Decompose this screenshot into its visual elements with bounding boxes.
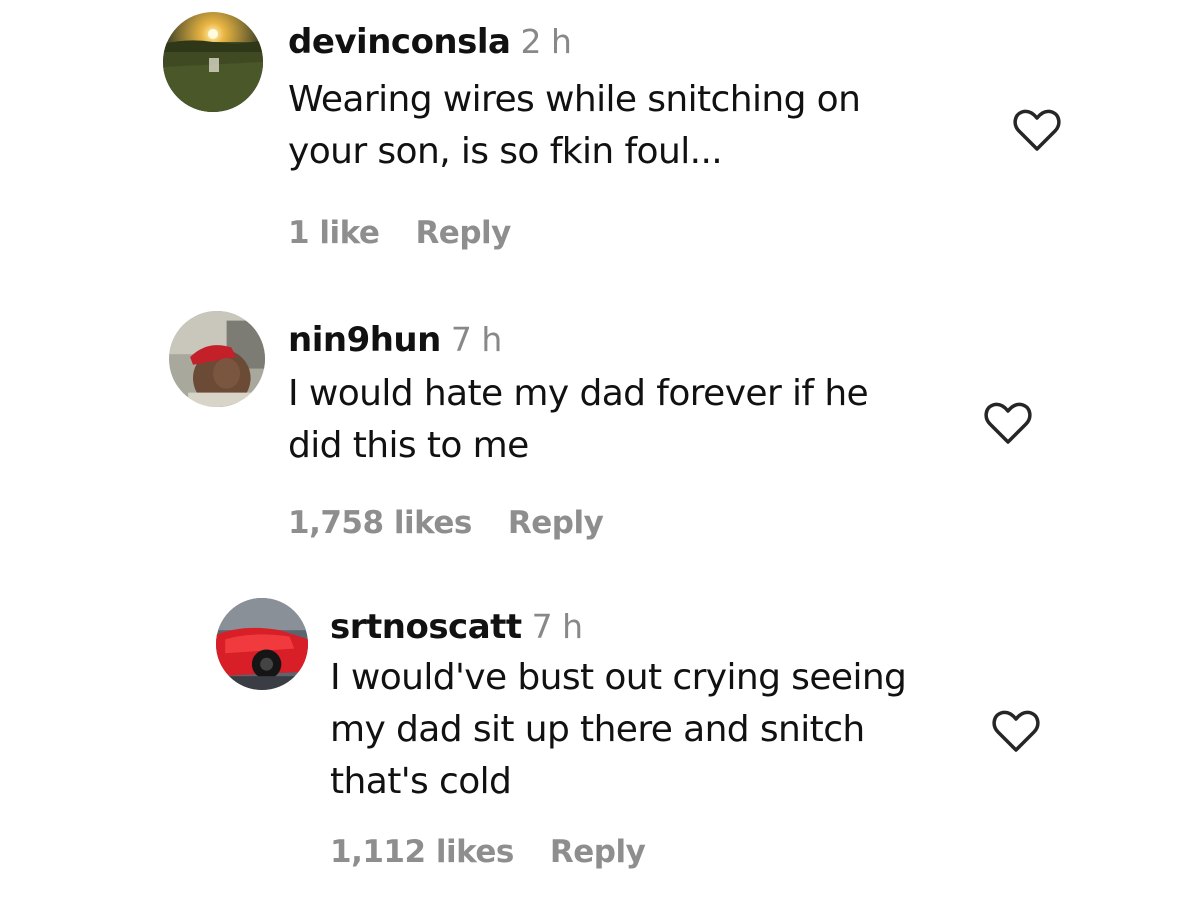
likes-count[interactable]: 1,112 likes (330, 834, 514, 870)
comment-line: that's cold (330, 761, 512, 802)
comment-text: I would hate my dad forever if he did th… (288, 368, 869, 472)
comment-text: I would've bust out crying seeing my dad… (330, 652, 907, 808)
avatar[interactable] (216, 598, 308, 690)
reply-button[interactable]: Reply (508, 505, 604, 541)
avatar-image (169, 311, 265, 407)
timestamp: 7 h (450, 320, 502, 359)
avatar-image (163, 12, 263, 112)
reply-button[interactable]: Reply (550, 834, 646, 870)
avatar[interactable] (169, 311, 265, 407)
timestamp: 7 h (531, 607, 583, 646)
username[interactable]: nin9hun (288, 320, 441, 360)
username[interactable]: srtnoscatt (330, 607, 522, 647)
likes-count[interactable]: 1 like (288, 215, 380, 251)
avatar[interactable] (163, 12, 263, 112)
comment-line: my dad sit up there and snitch (330, 709, 865, 750)
heart-outline-icon[interactable] (1012, 107, 1062, 153)
likes-count[interactable]: 1,758 likes (288, 505, 472, 541)
comment-line: your son, is so fkin foul... (288, 131, 723, 172)
avatar-image (216, 598, 308, 690)
comment-line: I would've bust out crying seeing (330, 657, 907, 698)
comment-line: Wearing wires while snitching on (288, 79, 861, 120)
comment-text: Wearing wires while snitching on your so… (288, 74, 861, 178)
timestamp: 2 h (520, 22, 572, 61)
heart-outline-icon[interactable] (991, 708, 1041, 754)
comment-line: I would hate my dad forever if he (288, 373, 869, 414)
comment-line: did this to me (288, 425, 529, 466)
reply-button[interactable]: Reply (415, 215, 511, 251)
heart-outline-icon[interactable] (983, 400, 1033, 446)
username[interactable]: devinconsla (288, 22, 511, 62)
